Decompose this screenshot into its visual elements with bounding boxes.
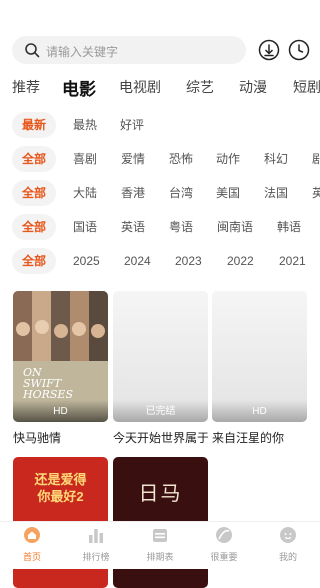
region-chip[interactable]: 台湾 xyxy=(169,180,193,206)
region-chip[interactable]: 英 xyxy=(312,180,320,206)
ranking-icon xyxy=(89,529,103,543)
language-filter-row: 全部 国语 英语 粤语 闽南语 韩语 xyxy=(12,214,320,240)
home-icon xyxy=(24,527,40,543)
language-chip[interactable]: 英语 xyxy=(121,214,145,240)
region-chip[interactable]: 法国 xyxy=(264,180,288,206)
tab-movies[interactable]: 电影 xyxy=(62,75,96,100)
tab-short-drama[interactable]: 短剧 xyxy=(293,77,320,97)
genre-chip[interactable]: 科幻 xyxy=(264,146,288,172)
search-input[interactable]: 请输入关键字 xyxy=(12,36,246,64)
year-chip[interactable]: 2025 xyxy=(73,248,100,274)
nav-schedule[interactable]: 排期表 xyxy=(128,526,192,563)
genre-chip[interactable]: 喜剧 xyxy=(73,146,97,172)
year-chip[interactable]: 2022 xyxy=(227,248,254,274)
sort-latest-chip[interactable]: 最新 xyxy=(12,112,57,138)
language-all-chip[interactable]: 全部 xyxy=(12,214,57,240)
nav-ranking[interactable]: 排行榜 xyxy=(64,526,128,563)
status-badge: 已完结 xyxy=(113,400,208,422)
search-icon xyxy=(25,43,40,58)
nav-profile[interactable]: 我的 xyxy=(256,526,320,563)
language-chip[interactable]: 闽南语 xyxy=(217,214,253,240)
tab-tv-series[interactable]: 电视剧 xyxy=(119,77,161,97)
year-all-chip[interactable]: 全部 xyxy=(12,248,57,274)
movie-poster[interactable]: HD xyxy=(212,291,307,422)
sort-rating-chip[interactable]: 好评 xyxy=(120,112,144,138)
nav-label: 很重要 xyxy=(210,552,238,562)
genre-chip[interactable]: 剧 xyxy=(312,146,320,172)
language-chip[interactable]: 粤语 xyxy=(169,214,193,240)
region-chip[interactable]: 大陆 xyxy=(73,180,97,206)
poster-title-art: ON SWIFT HORSES xyxy=(23,366,73,401)
nav-label: 我的 xyxy=(278,552,297,562)
history-icon[interactable] xyxy=(288,39,310,61)
genre-filter-row: 全部 喜剧 爱情 恐怖 动作 科幻 剧 xyxy=(12,146,320,172)
nav-home[interactable]: 首页 xyxy=(0,526,64,563)
year-filter-row: 全部 2025 2024 2023 2022 2021 xyxy=(12,248,320,274)
language-chip[interactable]: 韩语 xyxy=(277,214,301,240)
genre-all-chip[interactable]: 全部 xyxy=(12,146,57,172)
movie-title[interactable]: 来自汪星的你 xyxy=(212,429,307,446)
movie-poster[interactable]: 已完结 xyxy=(113,291,208,422)
tab-anime[interactable]: 动漫 xyxy=(239,77,267,97)
nav-label: 排行榜 xyxy=(82,552,110,562)
year-chip[interactable]: 2021 xyxy=(279,248,306,274)
region-all-chip[interactable]: 全部 xyxy=(12,180,57,206)
download-icon[interactable] xyxy=(258,39,280,61)
search-row: 请输入关键字 xyxy=(12,36,310,64)
movie-poster[interactable]: ON SWIFT HORSES HD xyxy=(13,291,108,422)
schedule-icon xyxy=(153,529,167,542)
quality-badge: HD xyxy=(13,400,108,422)
quality-badge: HD xyxy=(212,400,307,422)
nav-important[interactable]: 很重要 xyxy=(192,526,256,563)
movie-title[interactable]: 今天开始世界属于... xyxy=(113,429,208,446)
genre-chip[interactable]: 动作 xyxy=(216,146,240,172)
search-placeholder: 请输入关键字 xyxy=(46,45,119,59)
region-chip[interactable]: 香港 xyxy=(121,180,145,206)
poster-title-art: 日马 xyxy=(138,481,183,505)
poster-title-art: 还是爱得 你最好2 xyxy=(34,472,87,504)
nav-label: 排期表 xyxy=(146,552,174,562)
genre-chip[interactable]: 恐怖 xyxy=(169,146,193,172)
sort-hottest-chip[interactable]: 最热 xyxy=(73,112,97,138)
bottom-navigation: 首页 排行榜 排期表 很重要 我的 xyxy=(0,521,320,569)
language-chip[interactable]: 国语 xyxy=(73,214,97,240)
nav-label: 首页 xyxy=(22,552,41,562)
profile-icon xyxy=(280,527,296,543)
year-chip[interactable]: 2024 xyxy=(124,248,151,274)
important-icon xyxy=(216,527,232,543)
region-filter-row: 全部 大陆 香港 台湾 美国 法国 英 xyxy=(12,180,320,206)
year-chip[interactable]: 2023 xyxy=(175,248,202,274)
sort-filter-row: 最新 最热 好评 xyxy=(12,112,320,138)
genre-chip[interactable]: 爱情 xyxy=(121,146,145,172)
movie-title[interactable]: 快马驰情 xyxy=(13,429,108,446)
region-chip[interactable]: 美国 xyxy=(216,180,240,206)
tab-recommend[interactable]: 推荐 xyxy=(12,77,40,97)
tab-variety[interactable]: 综艺 xyxy=(186,77,214,97)
